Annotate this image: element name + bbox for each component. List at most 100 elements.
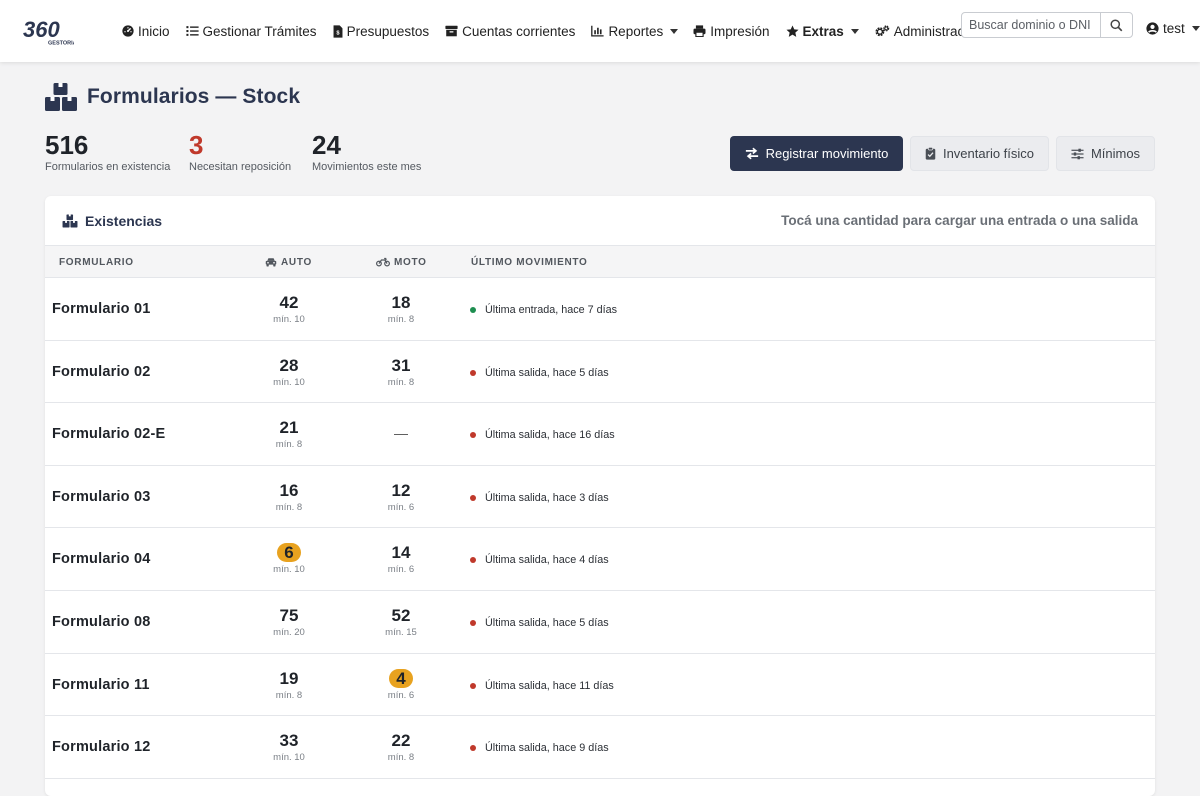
quantity-auto[interactable]: 16 mín. 8 xyxy=(244,481,334,513)
clipboard-check-icon xyxy=(925,147,936,160)
last-movement: Última salida, hace 4 días xyxy=(470,554,609,566)
exit-dot-icon xyxy=(470,682,476,689)
last-movement: Última salida, hace 5 días xyxy=(470,617,609,629)
register-movement-label: Registrar movimiento xyxy=(765,146,889,161)
table-row: Formulario 01 42 mín. 10 18 mín. 8 Última ent… xyxy=(45,278,1155,341)
quantity-value: 31 xyxy=(391,355,411,375)
card-title: Existencias xyxy=(62,213,162,229)
last-movement: Última entrada, hace 7 días xyxy=(470,304,617,316)
last-movement: Última salida, hace 3 días xyxy=(470,492,609,504)
stat-value: 516 xyxy=(45,130,89,160)
quantity-value: 33 xyxy=(279,731,299,751)
search-icon xyxy=(1110,18,1123,31)
nav-item-cuentas-corrientes[interactable]: Cuentas corrientes xyxy=(445,16,575,46)
quantity-minimum: mín. 10 xyxy=(273,752,305,764)
quantity-auto[interactable]: 6 mín. 10 xyxy=(244,543,334,575)
star-icon xyxy=(785,24,803,38)
last-movement-text: Última salida, hace 5 días xyxy=(485,366,609,379)
quantity-moto[interactable]: 4 mín. 6 xyxy=(356,668,446,701)
archive-icon xyxy=(445,25,462,37)
chevron-down-icon xyxy=(670,28,679,34)
quantity-auto[interactable]: 21 mín. 8 xyxy=(244,418,334,450)
physical-inventory-button[interactable]: Inventario físico xyxy=(910,136,1049,171)
register-movement-button[interactable]: Registrar movimiento xyxy=(730,136,903,171)
column-header-moto: MOTO xyxy=(376,246,427,278)
printer-icon xyxy=(693,25,710,37)
quantity-minimum: mín. 20 xyxy=(273,626,305,638)
quantity-minimum: mín. 10 xyxy=(273,314,305,325)
form-name: Formulario 11 xyxy=(52,676,150,693)
stat-value: 24 xyxy=(312,130,341,160)
chevron-down-icon xyxy=(850,28,859,34)
nav-item-label: Cuentas corrientes xyxy=(462,23,576,39)
exit-dot-icon xyxy=(470,369,476,376)
nav-item-presupuestos[interactable]: $ Presupuestos xyxy=(333,16,429,46)
page-title: Formularios — Stock xyxy=(87,85,301,108)
user-menu[interactable]: test xyxy=(1146,21,1200,36)
minimums-label: Mínimos xyxy=(1090,146,1141,161)
exit-dot-icon xyxy=(470,557,476,564)
nav-item-reportes[interactable]: Reportes xyxy=(591,16,679,46)
last-movement-text: Última salida, hace 9 días xyxy=(485,742,609,755)
quantity-minimum: mín. 6 xyxy=(387,501,415,513)
quantity-minimum: mín. 8 xyxy=(387,314,415,325)
top-navbar: 360 GESTORIA Inicio Gestionar Trámites $ Pr… xyxy=(0,0,1200,62)
quantity-moto[interactable]: 18 mín. 8 xyxy=(356,293,446,325)
user-name: test xyxy=(1163,21,1185,36)
quantity-value-low: 4 xyxy=(389,668,413,688)
quantity-auto[interactable]: 28 mín. 10 xyxy=(244,356,334,388)
quantity-value: 19 xyxy=(279,668,299,688)
form-name: Formulario 04 xyxy=(52,551,151,568)
exit-dot-icon xyxy=(470,494,476,501)
boxes-icon xyxy=(45,83,77,111)
quantity-moto[interactable]: 22 mín. 8 xyxy=(356,731,446,763)
minimums-button[interactable]: Mínimos xyxy=(1056,136,1155,171)
quantity-auto[interactable]: 19 mín. 8 xyxy=(244,669,334,701)
form-name: Formulario 02 xyxy=(52,363,151,380)
quantity-auto[interactable]: 33 mín. 10 xyxy=(244,731,334,763)
search-box xyxy=(961,12,1133,38)
nav-item-gestionar-tramites[interactable]: Gestionar Trámites xyxy=(185,16,317,46)
quantity-moto[interactable]: 52 mín. 15 xyxy=(356,606,446,638)
last-movement: Última salida, hace 5 días xyxy=(470,367,609,379)
search-button[interactable] xyxy=(1100,13,1132,37)
quantity-value: 42 xyxy=(279,293,299,312)
last-movement: Última salida, hace 9 días xyxy=(470,742,609,754)
chart-icon xyxy=(591,25,608,37)
quantity-moto[interactable]: 14 mín. 6 xyxy=(356,543,446,575)
stat-value: 3 xyxy=(189,130,204,160)
car-icon xyxy=(265,258,277,267)
exit-dot-icon xyxy=(470,432,476,439)
quantity-minimum: mín. 6 xyxy=(387,689,415,701)
page-header: Formularios — Stock xyxy=(44,82,300,112)
last-movement-text: Última salida, hace 16 días xyxy=(485,429,615,442)
table-row: Formulario 08 75 mín. 20 52 mín. 15 Última sa… xyxy=(45,591,1155,654)
brand-logo[interactable]: 360 GESTORIA xyxy=(22,16,74,46)
quantity-moto[interactable]: 31 mín. 8 xyxy=(356,356,446,388)
quantity-moto[interactable]: 12 mín. 6 xyxy=(356,481,446,513)
form-name: Formulario 08 xyxy=(52,613,151,630)
entry-dot-icon xyxy=(470,307,476,313)
form-name: Formulario 01 xyxy=(52,301,151,317)
nav-item-label: Inicio xyxy=(138,23,170,39)
quantity-value: 28 xyxy=(279,355,299,375)
quantity-minimum: mín. 10 xyxy=(273,376,305,388)
nav-item-label: Gestionar Trámites xyxy=(202,23,317,39)
quantity-auto[interactable]: 42 mín. 10 xyxy=(244,293,334,325)
column-header-auto: AUTO xyxy=(265,246,312,278)
search-input[interactable] xyxy=(962,13,1100,37)
list-icon xyxy=(185,25,203,37)
quantity-auto[interactable]: 75 mín. 20 xyxy=(244,606,334,638)
table-row: Formulario 04 6 mín. 10 14 mín. 6 Última sali… xyxy=(45,528,1155,591)
sliders-icon xyxy=(1071,148,1084,159)
stat-label: Necesitan reposición xyxy=(189,161,292,173)
form-name: Formulario 03 xyxy=(52,488,151,505)
last-movement-text: Última salida, hace 11 días xyxy=(485,679,614,692)
nav-item-impresion[interactable]: Impresión xyxy=(693,16,770,46)
quantity-value: 75 xyxy=(279,605,299,625)
nav-item-inicio[interactable]: Inicio xyxy=(122,16,170,46)
nav-item-extras[interactable]: Extras xyxy=(785,16,859,46)
svg-text:360: 360 xyxy=(23,17,60,42)
main-menu: Inicio Gestionar Trámites $ Presupuestos Cue… xyxy=(122,0,1013,62)
empty-quantity: — xyxy=(394,425,408,442)
